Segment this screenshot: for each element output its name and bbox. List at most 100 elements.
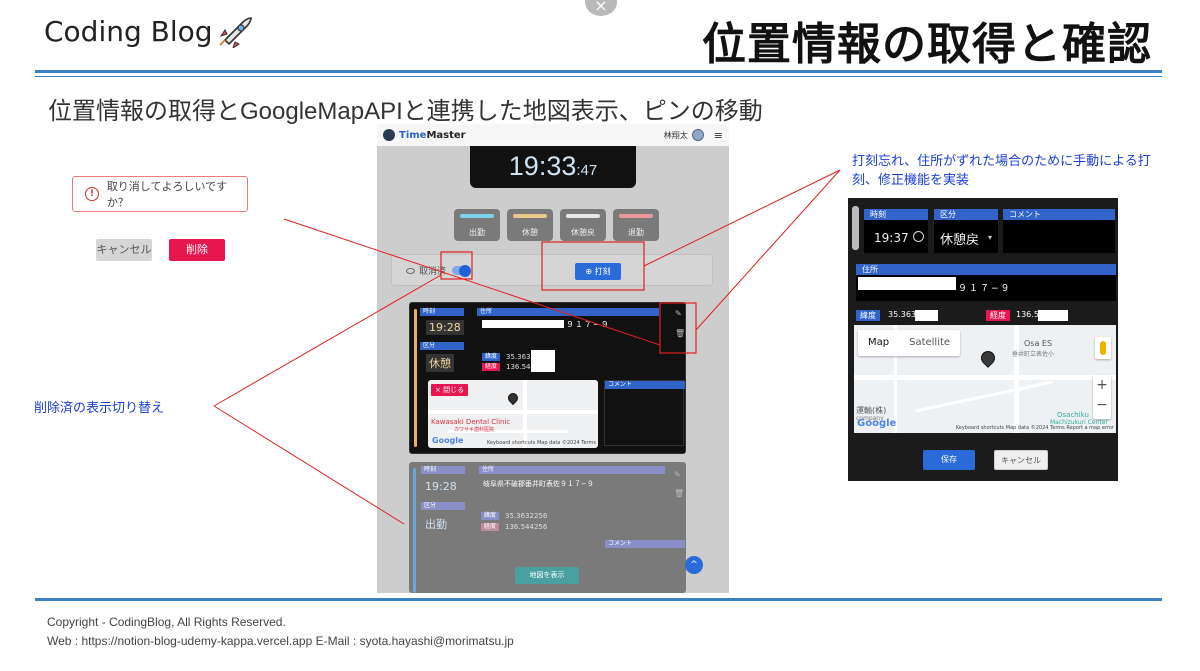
confirm-message: 取り消してよろしいですか？ <box>106 180 228 209</box>
panel-accent <box>852 206 859 250</box>
show-map-button[interactable]: 地図を表示 <box>515 567 579 584</box>
comment-box[interactable]: コメント <box>604 380 685 446</box>
eye-icon <box>406 267 415 274</box>
address-label: 住所 <box>856 264 1116 275</box>
address-value: ９１７−９ <box>958 284 1012 294</box>
map-pin-icon[interactable] <box>505 390 521 406</box>
redaction <box>858 277 956 290</box>
kind-label: 出勤 <box>469 228 485 237</box>
kind-button-in[interactable]: 出勤 <box>454 209 500 241</box>
zoom-out-button[interactable]: − <box>1093 395 1111 415</box>
app-logo[interactable]: TimeMaster <box>383 129 466 141</box>
kind-button-break[interactable]: 休憩 <box>507 209 553 241</box>
map-place: Kawasaki Dental Clinic <box>431 418 511 426</box>
warning-icon: ! <box>85 187 99 201</box>
comment-label: コメント <box>1003 209 1115 220</box>
address-label: 住所 <box>479 466 665 474</box>
dialog-cancel-button[interactable]: キャンセル <box>96 239 152 261</box>
kind-button-out[interactable]: 退勤 <box>613 209 659 241</box>
header-rule <box>35 70 1162 73</box>
record-address: 岐阜県不破郡垂井町表佐９１７−９ <box>483 480 594 488</box>
close-icon[interactable]: × <box>585 0 617 16</box>
redaction <box>531 350 555 372</box>
map-footer[interactable]: Keyboard shortcuts Map data ©2024 Terms … <box>956 425 1114 431</box>
clock-seconds: :47 <box>576 162 598 179</box>
lat-label: 緯度 <box>856 310 880 321</box>
card-accent <box>413 468 416 593</box>
cancel-button[interactable]: キャンセル <box>994 450 1048 470</box>
dialog-delete-button[interactable]: 削除 <box>169 239 225 261</box>
clock-icon[interactable] <box>913 231 924 242</box>
note-manual-stamp: 打刻忘れ、住所がずれた場合のために手動による打刻、修正機能を実装 <box>852 154 1151 188</box>
card-accent <box>414 309 417 447</box>
avatar[interactable] <box>691 129 704 141</box>
tab-map[interactable]: Map <box>858 330 899 356</box>
edit-icon[interactable]: ✎ <box>674 470 681 479</box>
manual-stamp-button[interactable]: ⊕ 打刻 <box>575 263 621 280</box>
record-card-deleted: 時刻 19:28 区分 出勤 住所 岐阜県不破郡垂井町表佐９１７−９ 緯度 35… <box>409 462 686 593</box>
record-lat: 35.3632256 <box>505 512 548 520</box>
lat-label: 緯度 <box>481 512 500 520</box>
record-lat: 35.363 <box>506 353 531 361</box>
map-place-sub: カワサキ歯科医院 <box>454 427 495 433</box>
kind-label: 区分 <box>934 209 998 220</box>
comment-label: コメント <box>605 540 685 548</box>
record-kind: 休憩 <box>426 354 454 372</box>
tab-satellite[interactable]: Satellite <box>899 330 960 356</box>
time-label: 時刻 <box>420 308 464 316</box>
gear-icon <box>383 129 395 141</box>
slide-title: 位置情報の取得と確認 <box>702 19 1152 70</box>
kind-label: 区分 <box>421 502 465 510</box>
logo-suffix: Master <box>426 129 466 141</box>
toggle-label: 取消済 <box>419 267 447 277</box>
map-footer: Keyboard shortcuts Map data ©2024 Terms <box>486 440 596 446</box>
google-map[interactable]: Map Satellite Osa ES 垂井町立表佐小 Osachiku Ma… <box>854 325 1116 433</box>
map-pin-icon[interactable] <box>978 348 998 368</box>
time-input[interactable]: 19:37 <box>874 231 909 245</box>
app-header: TimeMaster 林翔太 ≡ <box>377 124 729 146</box>
clock-hm: 19:33 <box>508 151 577 181</box>
lat-value: 35.363 <box>888 310 916 319</box>
record-card: 時刻 19:28 区分 休憩 住所 ９１７−９ 緯度 35.363 経度 136… <box>409 302 686 454</box>
kind-button-break-end[interactable]: 休憩戻 <box>560 209 606 241</box>
save-button[interactable]: 保存 <box>923 450 975 470</box>
comment-input[interactable] <box>1003 220 1115 253</box>
close-map-button[interactable]: × 閉じる <box>431 384 469 396</box>
footer-contact: Web : https://notion-blog-udemy-kappa.ve… <box>47 634 514 648</box>
record-time: 19:28 <box>426 320 464 335</box>
app-screenshot: TimeMaster 林翔太 ≡ 19:33:47 出勤 休憩 休憩戻 退勤 取… <box>377 124 729 593</box>
map-zoom-control: + − <box>1093 375 1111 419</box>
google-logo: Google <box>857 418 897 429</box>
map-place: Osa ES <box>1024 339 1053 348</box>
record-lng: 136.544256 <box>505 523 548 531</box>
edit-icon[interactable]: ✎ <box>675 309 682 318</box>
note-deleted-toggle: 削除済の表示切り替え <box>34 401 165 416</box>
map-type-tabs: Map Satellite <box>858 330 961 356</box>
digital-clock: 19:33:47 <box>470 146 636 188</box>
zoom-in-button[interactable]: + <box>1093 375 1111 395</box>
kind-label: 退勤 <box>628 228 644 237</box>
lng-value: 136.5 <box>1016 310 1039 319</box>
kind-buttons: 出勤 休憩 休憩戻 退勤 <box>454 209 659 241</box>
confirm-dialog: ! 取り消してよろしいですか？ <box>72 176 248 212</box>
show-deleted-toggle[interactable] <box>452 264 472 277</box>
kind-label: 休憩 <box>522 228 538 237</box>
header-rule-thin <box>35 76 1162 77</box>
redaction <box>915 310 938 321</box>
record-kind: 出勤 <box>425 518 447 531</box>
comment-label: コメント <box>605 381 685 389</box>
trash-icon[interactable]: 🗑 <box>675 329 685 338</box>
street-view-icon[interactable] <box>1095 337 1111 359</box>
chevron-down-icon[interactable]: ▾ <box>988 233 992 242</box>
kind-label: 区分 <box>420 342 464 350</box>
lat-label: 緯度 <box>482 353 501 361</box>
redaction <box>482 320 564 328</box>
scroll-top-button[interactable]: ^ <box>685 556 703 574</box>
kind-select[interactable]: 休憩戻 <box>940 229 979 248</box>
mini-map[interactable]: × 閉じる Kawasaki Dental Clinic カワサキ歯科医院 Go… <box>428 380 598 448</box>
menu-icon[interactable]: ≡ <box>714 129 723 142</box>
logo-prefix: Time <box>399 129 427 141</box>
address-label: 住所 <box>477 308 659 316</box>
lng-label: 経度 <box>482 363 501 371</box>
trash-icon[interactable]: 🗑 <box>674 489 684 498</box>
